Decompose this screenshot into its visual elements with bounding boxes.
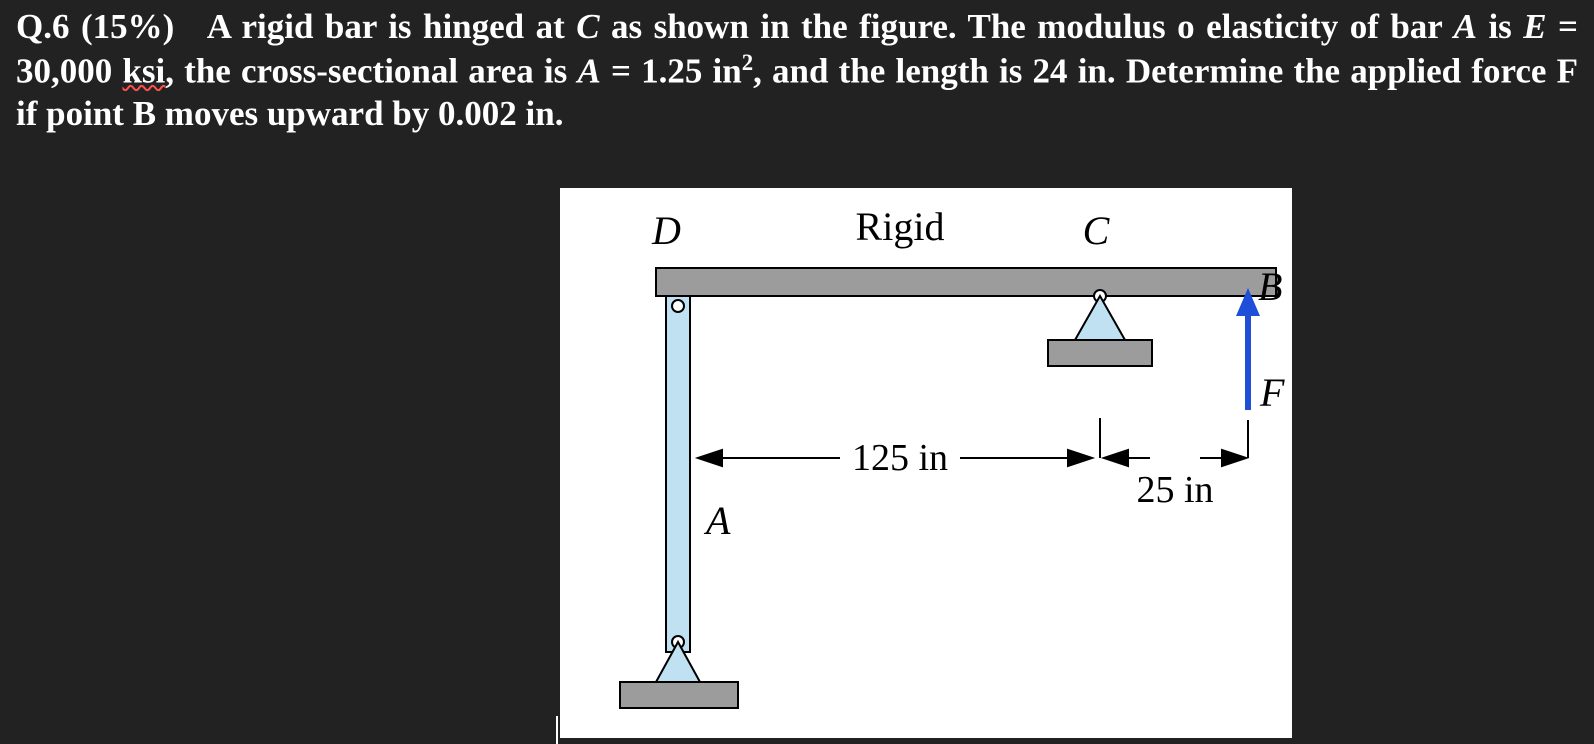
question-weight: (15%) (81, 7, 174, 46)
support-C-triangle (1075, 296, 1125, 340)
label-F: F (1259, 370, 1285, 415)
label-D: D (651, 208, 681, 253)
q-text-2b: is (1477, 7, 1523, 46)
support-A-triangle (656, 642, 700, 682)
q-text-2d: , the cross-sectional area is (165, 51, 577, 90)
ksi-wavy: ksi (122, 51, 165, 90)
label-B: B (1258, 264, 1282, 309)
sym-A2: A (577, 51, 600, 90)
support-A-ground (620, 682, 738, 708)
dim-125-text: 125 in (852, 437, 948, 479)
label-C: C (1083, 208, 1111, 253)
q-text-2e: = 1.25 in (601, 51, 742, 90)
figure: D Rigid C B F A 125 in 25 in (560, 188, 1292, 738)
question-text: Q.6 (15%) A rigid bar is hinged at C as … (16, 6, 1578, 136)
text-cursor (556, 716, 558, 744)
dimension-25 (1100, 418, 1248, 466)
sym-C: C (576, 7, 599, 46)
q-text-1a: A rigid bar is hinged at (207, 7, 577, 46)
force-arrow-F (1236, 288, 1260, 410)
pin-top-A (672, 300, 684, 312)
q-text-2f: , and the length is 24 in. (753, 51, 1116, 90)
bar-A (666, 296, 690, 652)
support-C-ground (1048, 340, 1152, 366)
q-text-1b: as shown in the figure. The modulus o el… (600, 7, 1379, 46)
sym-A1: A (1454, 7, 1477, 46)
dim-25-text: 25 in (1136, 469, 1213, 511)
label-Rigid: Rigid (856, 204, 945, 249)
sup-2: 2 (742, 50, 753, 75)
q-text-2a: bar (1390, 7, 1453, 46)
rigid-bar (656, 268, 1276, 296)
sym-E: E (1523, 7, 1546, 46)
question-number: Q.6 (16, 7, 69, 46)
label-A: A (703, 498, 731, 543)
diagram-svg: D Rigid C B F A 125 in 25 in (560, 188, 1292, 738)
